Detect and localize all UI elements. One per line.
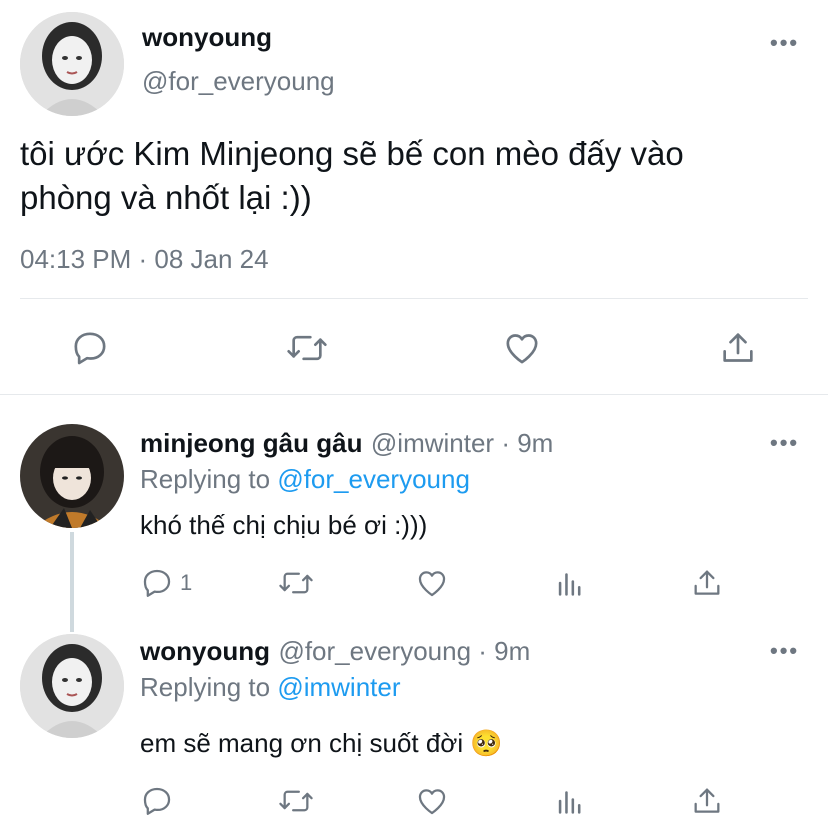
- like-icon[interactable]: [502, 328, 542, 368]
- analytics-icon[interactable]: [553, 784, 587, 818]
- divider: [0, 394, 828, 395]
- avatar[interactable]: [20, 12, 124, 116]
- reply-text: khó thế chị chịu bé ơi :))): [140, 510, 428, 540]
- display-name[interactable]: wonyoung: [142, 22, 272, 53]
- share-icon[interactable]: [690, 784, 724, 818]
- avatar[interactable]: [20, 424, 124, 528]
- retweet-icon[interactable]: [277, 566, 315, 600]
- display-name[interactable]: wonyoung: [140, 636, 270, 666]
- reply-text: em sẽ mang ơn chị suốt đời 🥺: [140, 728, 503, 759]
- avatar[interactable]: [20, 634, 124, 738]
- divider: [20, 298, 808, 299]
- tweet-text-line: phòng và nhốt lại :)): [20, 179, 312, 216]
- retweet-icon[interactable]: [277, 784, 315, 818]
- display-name[interactable]: minjeong gâu gâu: [140, 428, 362, 458]
- tweet-text-line: tôi ước Kim Minjeong sẽ bế con mèo đấy v…: [20, 135, 684, 172]
- reply-header: wonyoung @for_everyoung · 9m: [140, 636, 530, 667]
- thread-line: [70, 532, 74, 632]
- more-icon[interactable]: •••: [770, 30, 799, 56]
- tweet-text: tôi ước Kim Minjeong sẽ bế con mèo đấy v…: [20, 132, 684, 220]
- handle-timestamp[interactable]: @imwinter · 9m: [371, 428, 553, 458]
- analytics-icon[interactable]: [553, 566, 587, 600]
- reply-count: 1: [180, 570, 193, 595]
- pleading-face-emoji: 🥺: [470, 728, 503, 758]
- retweet-icon[interactable]: [285, 328, 329, 368]
- like-icon[interactable]: [415, 784, 449, 818]
- replying-to: Replying to @for_everyoung: [140, 464, 470, 495]
- like-icon[interactable]: [415, 566, 449, 600]
- more-icon[interactable]: •••: [770, 430, 799, 456]
- share-icon[interactable]: [718, 328, 758, 368]
- replying-to: Replying to @imwinter: [140, 672, 401, 703]
- reply-icon[interactable]: 1: [140, 566, 192, 600]
- reply-text-content: em sẽ mang ơn chị suốt đời: [140, 728, 464, 758]
- timestamp[interactable]: 04:13 PM · 08 Jan 24: [20, 244, 269, 275]
- reply-icon[interactable]: [140, 784, 174, 818]
- share-icon[interactable]: [690, 566, 724, 600]
- handle[interactable]: @for_everyoung: [142, 66, 335, 97]
- reply-icon[interactable]: [70, 328, 110, 368]
- replying-to-handle[interactable]: @for_everyoung: [277, 464, 470, 494]
- more-icon[interactable]: •••: [770, 638, 799, 664]
- replying-to-label: Replying to: [140, 464, 278, 494]
- handle-timestamp[interactable]: @for_everyoung · 9m: [278, 636, 530, 666]
- reply-header: minjeong gâu gâu @imwinter · 9m: [140, 428, 553, 459]
- replying-to-label: Replying to: [140, 672, 278, 702]
- replying-to-handle[interactable]: @imwinter: [277, 672, 400, 702]
